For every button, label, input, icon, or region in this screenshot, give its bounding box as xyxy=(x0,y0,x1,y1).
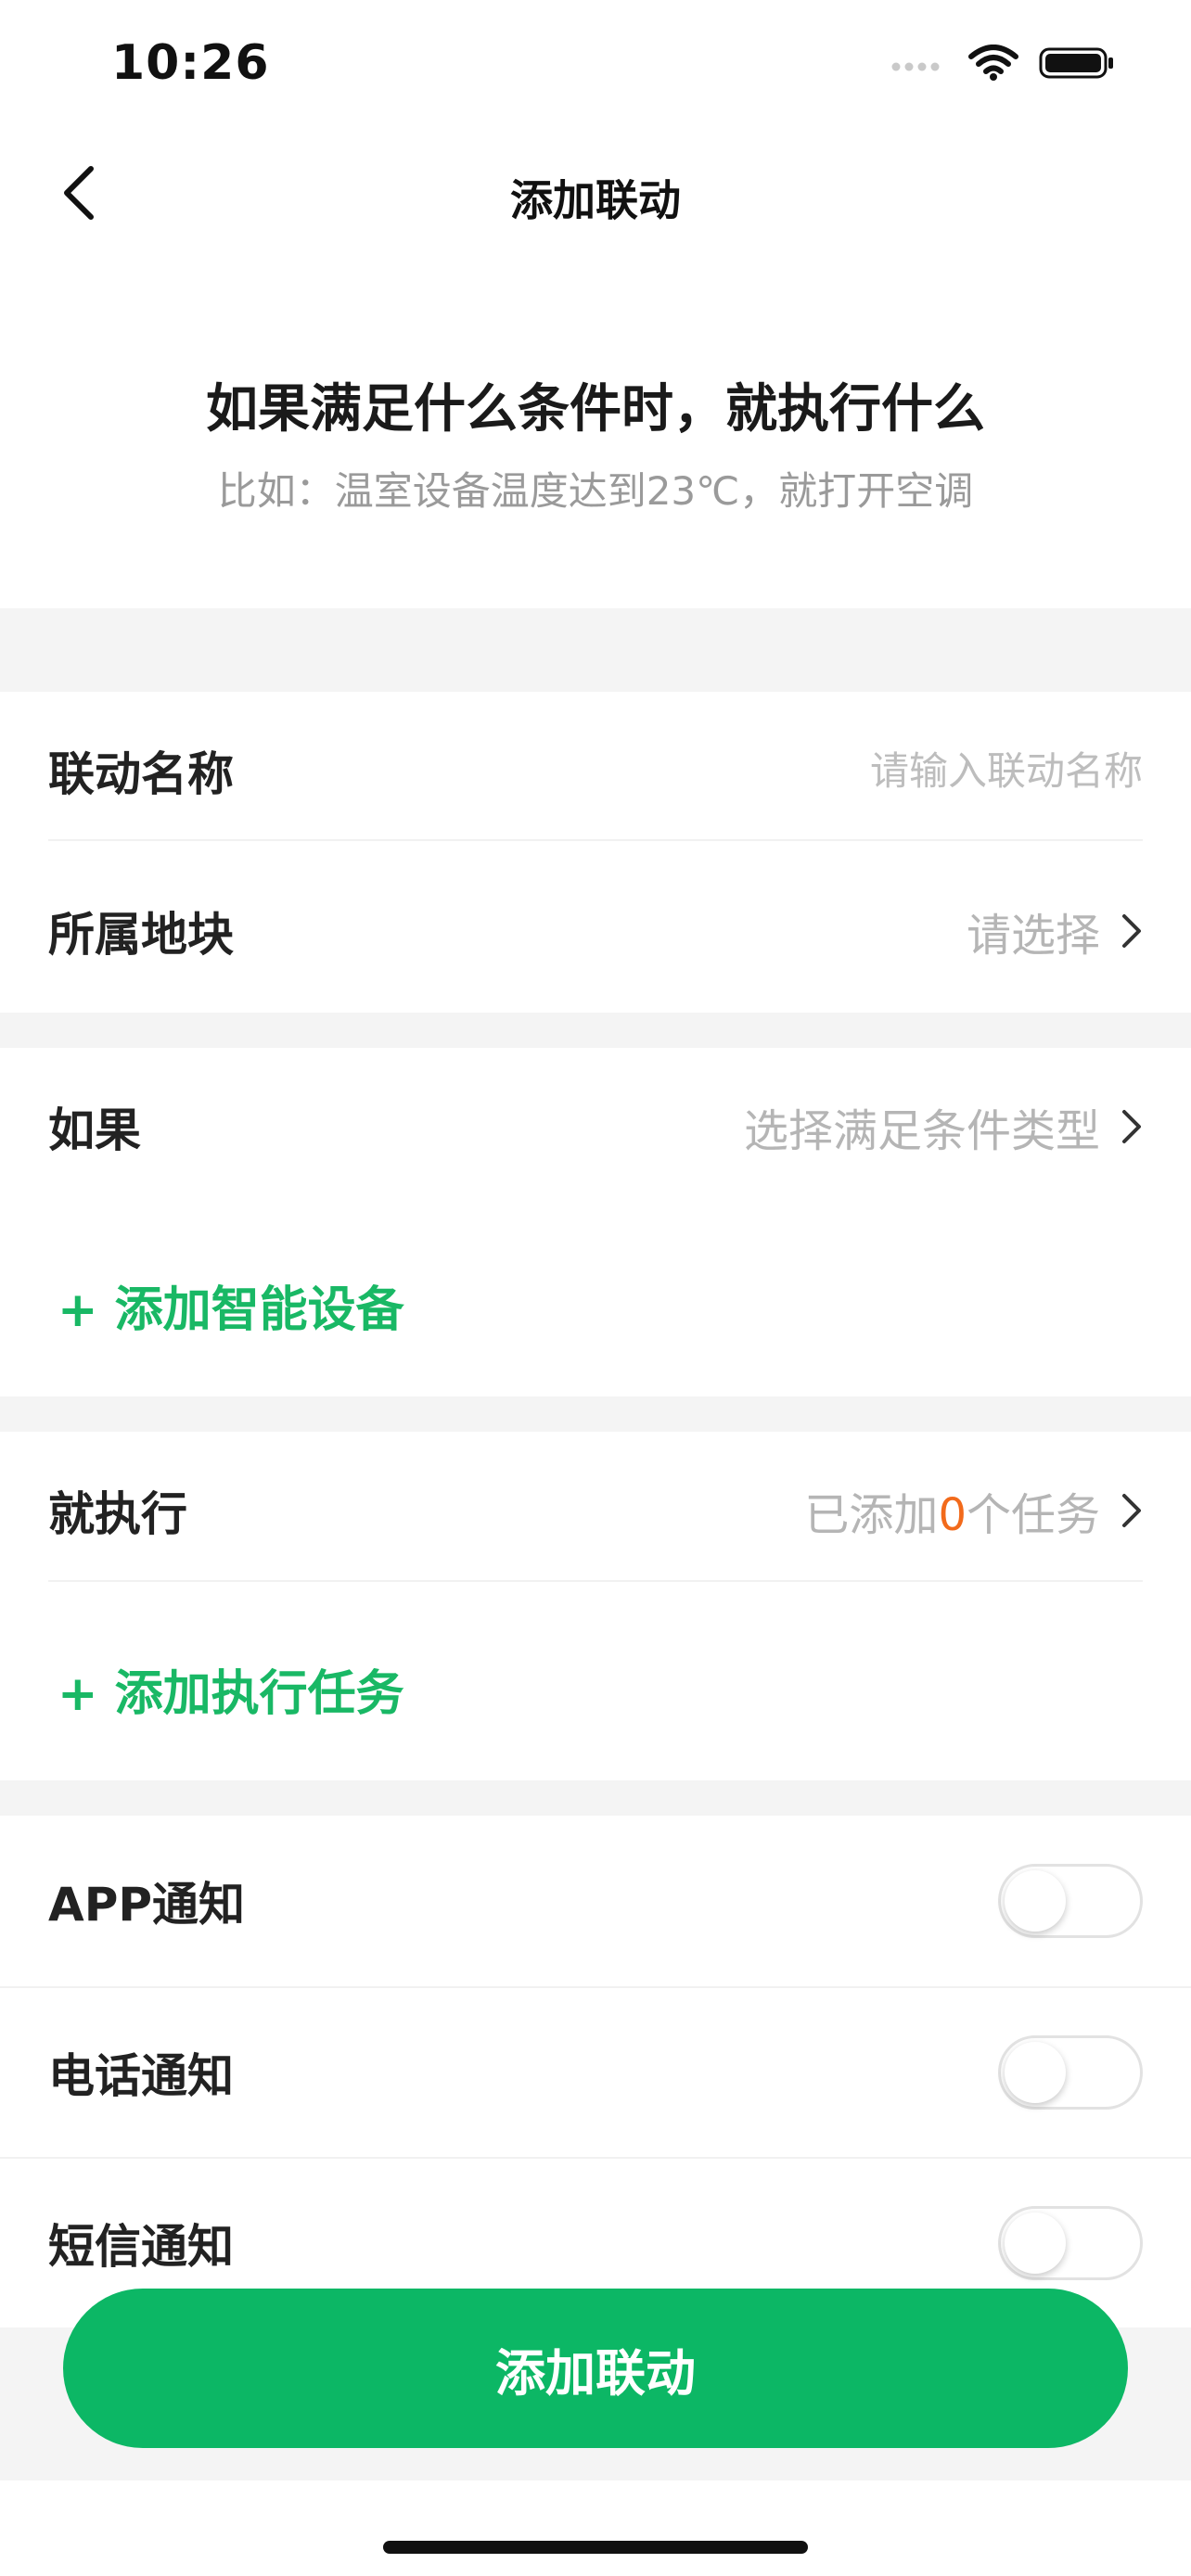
sms-notification-toggle[interactable] xyxy=(998,2206,1143,2280)
condition-label: 如果 xyxy=(48,1103,141,1157)
plot-label: 所属地块 xyxy=(48,908,234,962)
action-row[interactable]: 就执行 已添加0个任务 xyxy=(0,1432,1191,1589)
toggle-knob xyxy=(1005,1870,1066,1932)
status-time: 10:26 xyxy=(111,35,270,91)
task-count: 0 xyxy=(938,1489,967,1541)
plot-row[interactable]: 所属地块 请选择 xyxy=(0,849,1191,1013)
divider xyxy=(48,839,1143,841)
action-label: 就执行 xyxy=(48,1487,187,1541)
toggle-knob xyxy=(1005,2042,1066,2103)
phone-notification-label: 电话通知 xyxy=(48,2049,234,2103)
condition-type-value: 选择满足条件类型 xyxy=(743,1105,1100,1157)
plot-selector[interactable]: 请选择 xyxy=(967,899,1143,963)
status-bar: 10:26 xyxy=(0,0,1191,139)
linkage-name-row: 联动名称 xyxy=(0,692,1191,849)
chevron-right-icon xyxy=(1122,1494,1141,1527)
phone-notification-toggle[interactable] xyxy=(998,2035,1143,2110)
hero-subtitle: 比如：温室设备温度达到23℃，就打开空调 xyxy=(217,468,974,514)
condition-row[interactable]: 如果 选择满足条件类型 xyxy=(0,1048,1191,1205)
add-execution-task-button[interactable]: + 添加执行任务 xyxy=(58,1654,404,1724)
cellular-signal-icon xyxy=(890,54,948,76)
add-linkage-button[interactable]: 添加联动 xyxy=(63,2289,1128,2448)
hero-section: 如果满足什么条件时，就执行什么 比如：温室设备温度达到23℃，就打开空调 xyxy=(0,247,1191,608)
home-indicator xyxy=(383,2541,808,2554)
status-icons xyxy=(890,45,1115,85)
battery-icon xyxy=(1039,45,1115,85)
section-gap xyxy=(0,608,1191,692)
task-count-text: 已添加0个任务 xyxy=(804,1478,1100,1543)
section-gap xyxy=(0,1396,1191,1432)
chevron-right-icon xyxy=(1122,914,1141,948)
wifi-icon xyxy=(968,45,1018,85)
toggle-knob xyxy=(1005,2213,1066,2274)
notification-row-phone: 电话通知 xyxy=(0,1988,1191,2157)
condition-type-selector[interactable]: 选择满足条件类型 xyxy=(744,1094,1143,1159)
notification-row-app: APP通知 xyxy=(0,1816,1191,1986)
plot-value: 请选择 xyxy=(966,910,1100,962)
divider xyxy=(48,1580,1143,1582)
action-add-area: + 添加执行任务 xyxy=(0,1589,1191,1780)
hero-title: 如果满足什么条件时，就执行什么 xyxy=(206,379,985,440)
app-notification-toggle[interactable] xyxy=(998,1864,1143,1938)
task-selector[interactable]: 已添加0个任务 xyxy=(804,1478,1143,1543)
add-smart-device-button[interactable]: + 添加智能设备 xyxy=(58,1270,404,1340)
page-title: 添加联动 xyxy=(510,175,681,225)
section-gap xyxy=(0,1013,1191,1048)
chevron-right-icon xyxy=(1122,1110,1141,1143)
task-count-prefix: 已添加 xyxy=(804,1489,939,1541)
linkage-name-input[interactable] xyxy=(660,747,1143,794)
linkage-name-label: 联动名称 xyxy=(48,747,234,801)
sms-notification-label: 短信通知 xyxy=(48,2220,234,2274)
section-gap xyxy=(0,1780,1191,1816)
task-count-suffix: 个任务 xyxy=(966,1489,1100,1541)
app-notification-label: APP通知 xyxy=(48,1878,245,1932)
navigation-bar: 添加联动 xyxy=(0,139,1191,247)
condition-add-area: + 添加智能设备 xyxy=(0,1205,1191,1396)
